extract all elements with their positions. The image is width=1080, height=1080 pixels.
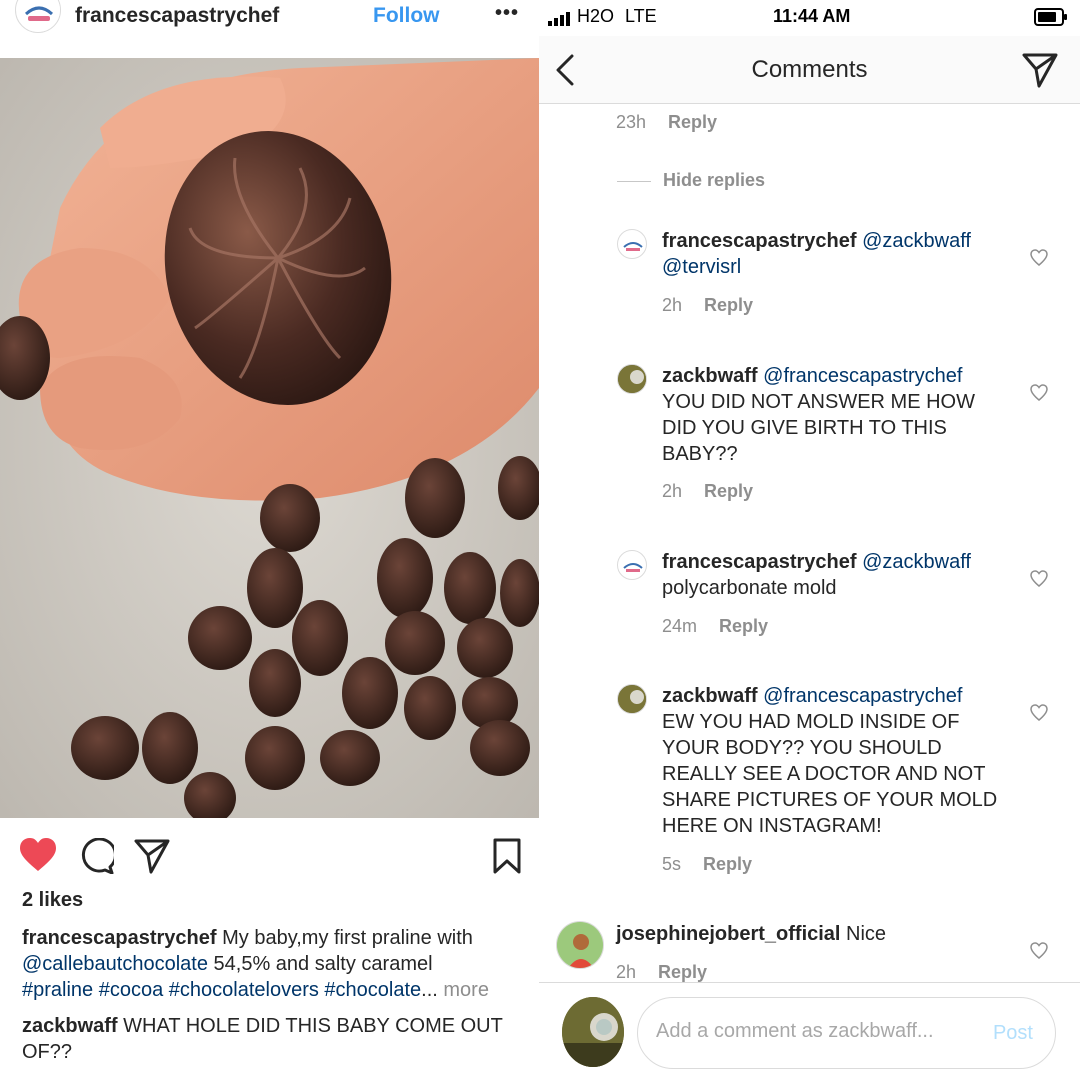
post-panel: francescapastrychef Follow ••• 2 likes f… [0,0,539,1080]
post-author-avatar[interactable] [15,0,61,33]
comment-time: 2h [616,962,637,982]
comment-meta: 24m Reply [662,616,768,637]
avatar[interactable] [617,550,647,580]
comment-username[interactable]: zackbwaff [662,685,758,707]
like-comment-heart-icon[interactable] [1030,704,1048,726]
likes-count[interactable]: 2 likes [22,889,83,912]
caption-text-2: 54,5% and salty caramel [207,953,433,975]
comments-nav-bar: Comments [539,36,1080,104]
reply-comment-text: francescapastrychef @zackbwaff polycarbo… [662,549,1002,601]
reply-comment-text: francescapastrychef @zackbwaff @tervisrl [662,228,1002,280]
network-type: LTE [625,6,657,26]
comment-input[interactable] [656,1020,956,1043]
comment-username[interactable]: francescapastrychef [662,230,857,252]
post-comment-button[interactable]: Post [993,1022,1033,1045]
reply-button[interactable]: Reply [703,854,752,874]
carrier-name: H2O [577,6,615,26]
caption-ellipsis: ... [421,979,438,1001]
direct-send-icon[interactable] [1022,52,1058,93]
comment-username[interactable]: zackbwaff [662,365,758,387]
comment-username[interactable]: francescapastrychef [662,551,857,573]
reply-button[interactable]: Reply [658,962,707,982]
reply-button[interactable]: Reply [719,616,768,636]
comment-body: Nice [840,923,887,945]
comment-mention[interactable]: @tervisrl [662,256,741,278]
post-actions [0,820,539,896]
caption-mention[interactable]: @callebautchocolate [22,953,208,975]
like-comment-heart-icon[interactable] [1030,384,1048,406]
like-heart-icon[interactable] [20,838,56,877]
comment-mention[interactable]: @francescapastrychef [763,365,962,387]
comment-body: YOU DID NOT ANSWER ME HOW DID YOU GIVE B… [662,391,975,465]
avatar[interactable] [617,364,647,394]
reply-comment-text: zackbwaff @francescapastrychef YOU DID N… [662,363,1002,467]
avatar[interactable] [617,684,647,714]
follow-button[interactable]: Follow [373,4,440,28]
like-comment-heart-icon[interactable] [1030,942,1048,964]
reply-button[interactable]: Reply [668,112,717,132]
comment-body: polycarbonate mold [662,577,837,599]
caption-hashtags[interactable]: #praline #cocoa #chocolatelovers #chocol… [22,979,421,1001]
comment-input-wrapper: Post [637,997,1056,1069]
share-send-icon[interactable] [134,838,170,879]
comment-time: 24m [662,616,698,636]
reply-button[interactable]: Reply [704,481,753,501]
comment-text: josephinejobert_official Nice [616,921,1016,947]
like-comment-heart-icon[interactable] [1030,570,1048,592]
status-time: 11:44 AM [773,6,851,26]
comment-body: EW YOU HAD MOLD INSIDE OF YOUR BODY?? YO… [662,711,998,837]
like-comment-heart-icon[interactable] [1030,249,1048,271]
post-header: francescapastrychef Follow ••• [0,0,539,58]
post-author-username[interactable]: francescapastrychef [75,4,279,28]
comment-meta: 2h Reply [616,962,707,983]
caption-username[interactable]: francescapastrychef [22,927,217,949]
current-user-avatar [562,997,624,1067]
comment-meta: 2h Reply [662,295,753,316]
more-options-button[interactable]: ••• [495,2,519,25]
status-bar: H2O LTE 11:44 AM [539,0,1080,36]
avatar[interactable] [556,921,604,969]
comment-input-bar: Post [539,982,1080,1080]
signal-strength-icon [548,10,572,31]
comment-username[interactable]: josephinejobert_official [616,923,840,945]
comment-time: 23h [616,112,647,132]
post-comment-username[interactable]: zackbwaff [22,1015,118,1037]
hide-replies-button[interactable]: Hide replies [617,170,765,191]
post-comment: zackbwaff WHAT HOLE DID THIS BABY COME O… [22,1013,527,1065]
comment-meta: 23h Reply [616,112,717,133]
caption-more-link[interactable]: more [438,979,489,1001]
battery-icon [1034,8,1068,31]
comment-mention[interactable]: @zackbwaff [862,230,971,252]
comment-time: 2h [662,295,683,315]
comment-meta: 2h Reply [662,481,753,502]
avatar[interactable] [617,229,647,259]
reply-comment-text: zackbwaff @francescapastrychef EW YOU HA… [662,683,1002,839]
bookmark-icon[interactable] [493,838,521,879]
page-title: Comments [751,56,868,83]
comment-time: 2h [662,481,683,501]
post-photo[interactable] [0,58,539,818]
comment-mention[interactable]: @francescapastrychef [763,685,962,707]
comments-panel: H2O LTE 11:44 AM Comments 23h Reply Hide … [539,0,1080,1080]
comment-bubble-icon[interactable] [78,837,117,879]
comment-time: 5s [662,854,682,874]
post-caption: francescapastrychef My baby,my first pra… [22,925,527,1003]
comment-mention[interactable]: @zackbwaff [862,551,971,573]
caption-text-1: My baby,my first praline with [216,927,473,949]
comment-meta: 5s Reply [662,854,752,875]
reply-button[interactable]: Reply [704,295,753,315]
